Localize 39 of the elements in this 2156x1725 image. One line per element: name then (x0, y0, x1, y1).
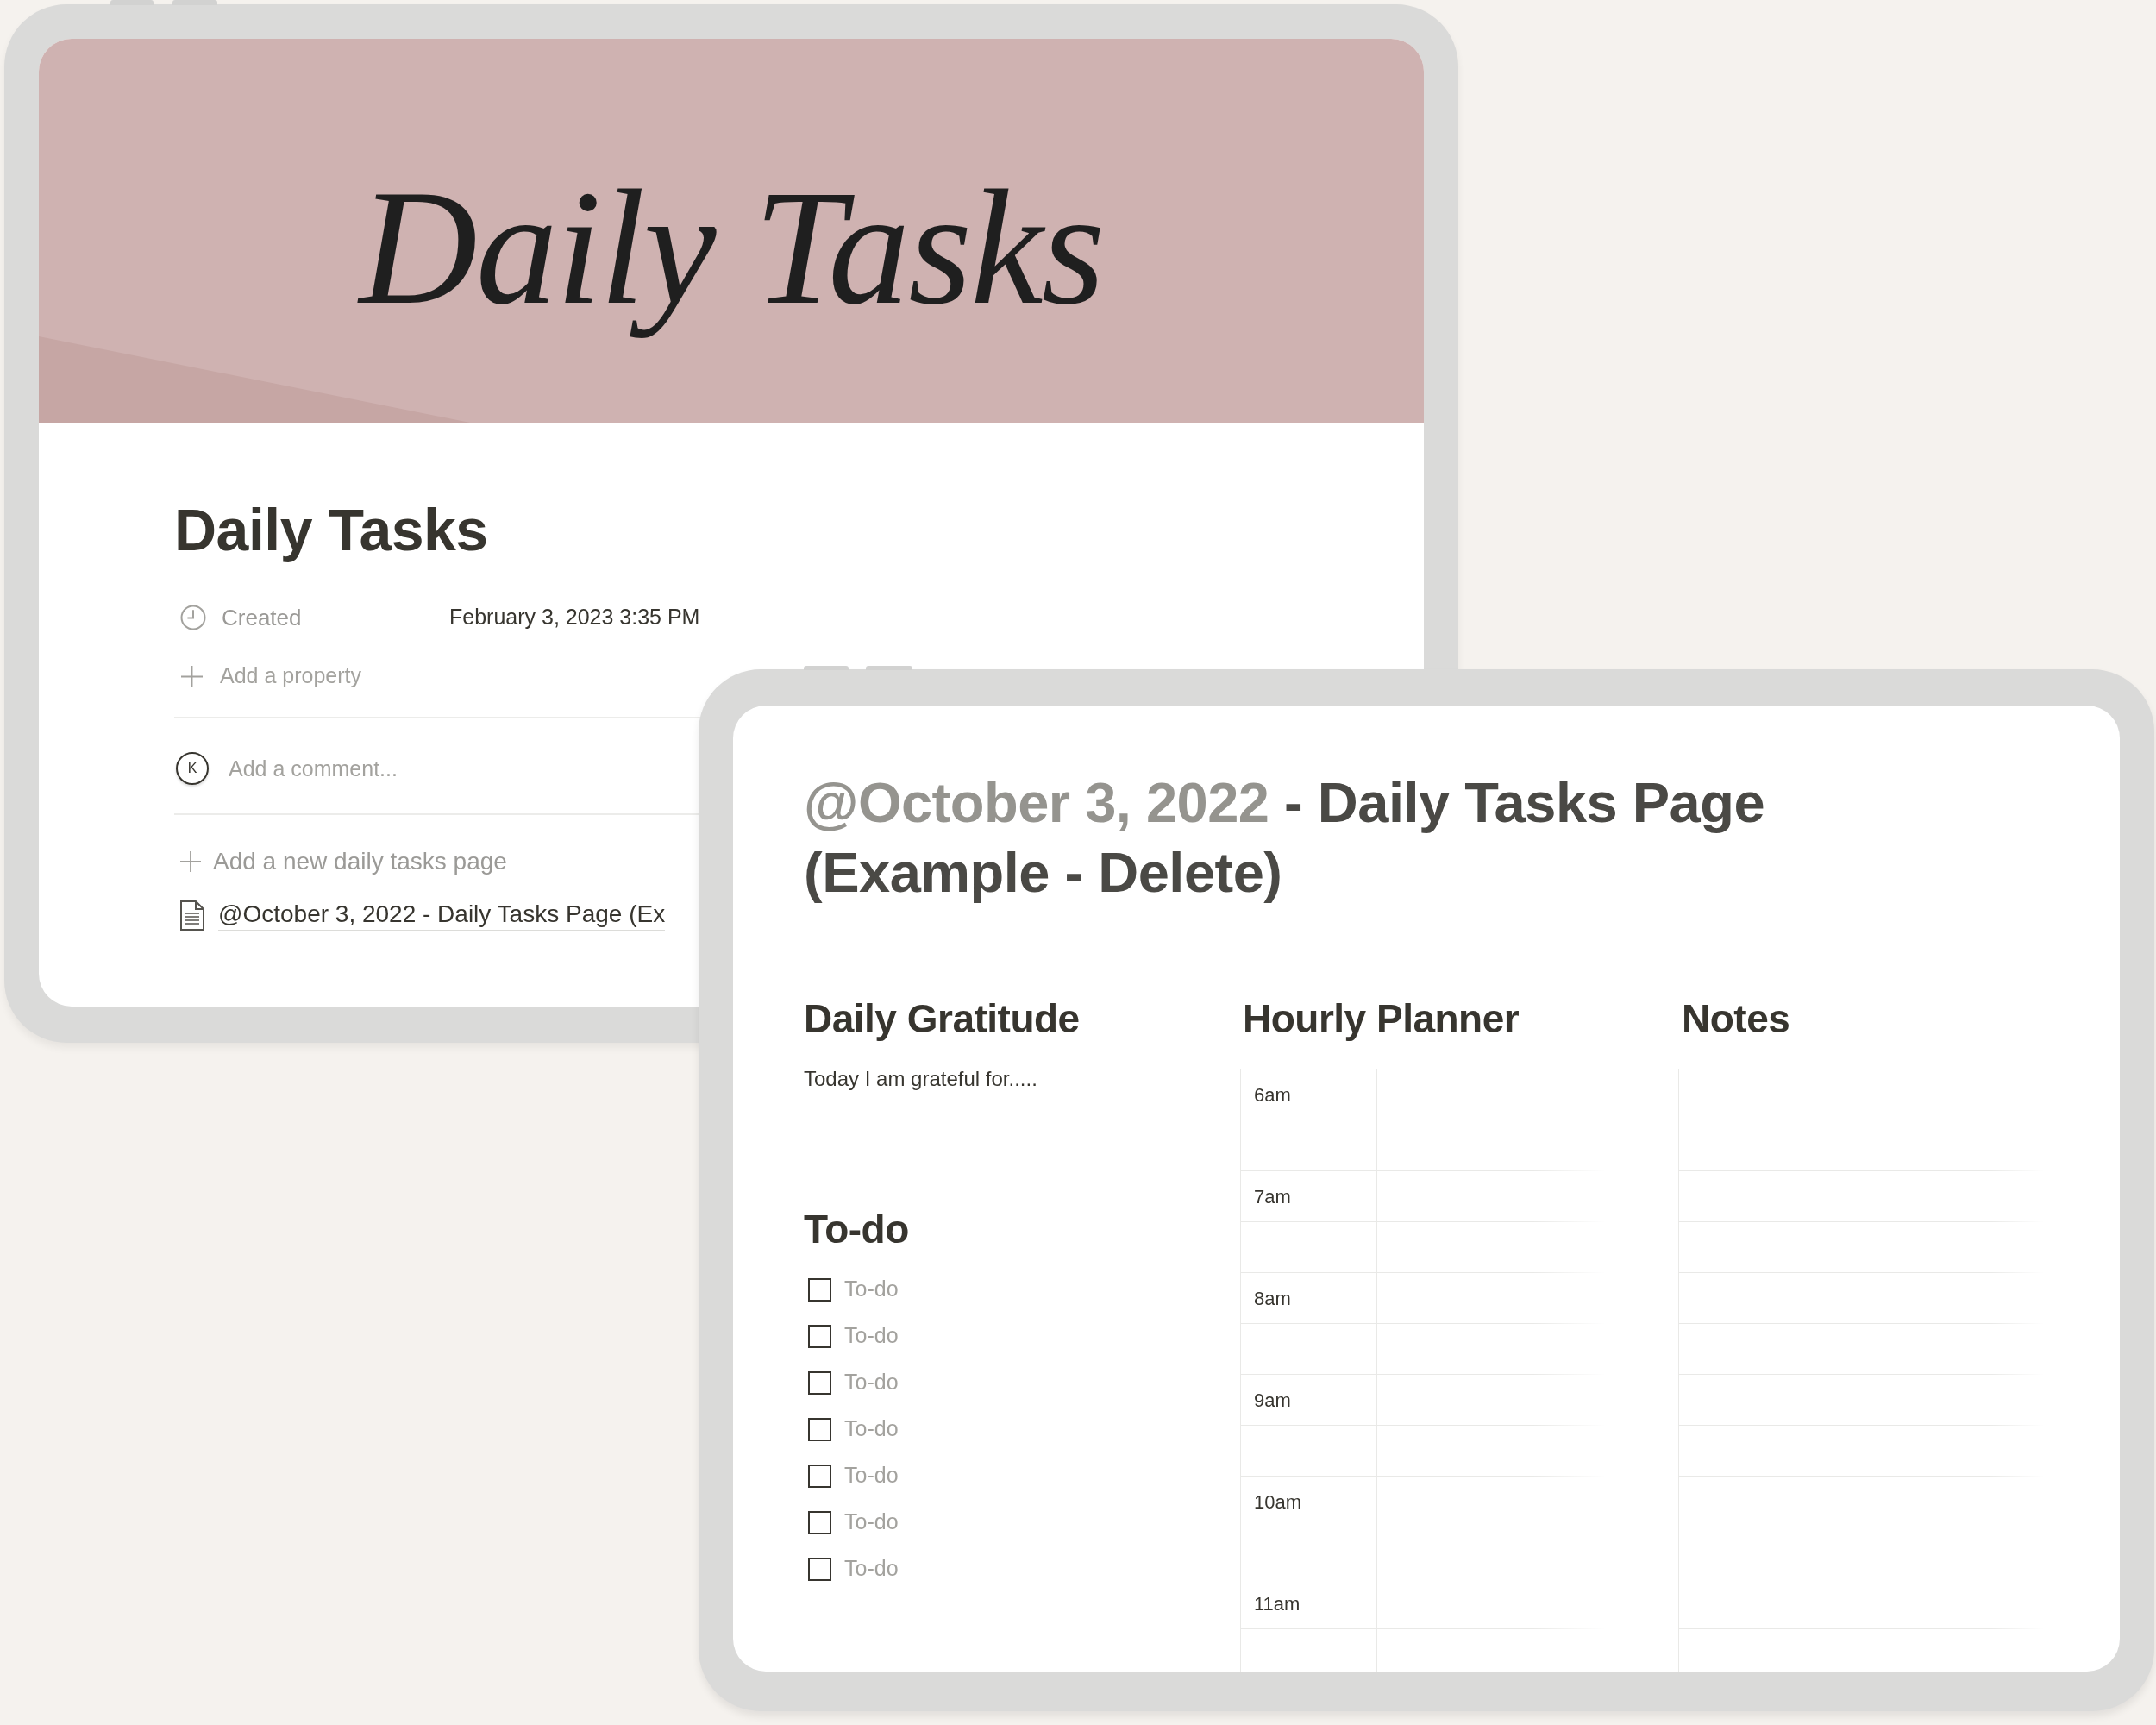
section-heading: Hourly Planner (1243, 995, 1520, 1043)
clock-icon (180, 605, 206, 630)
cover-title: Daily Tasks (356, 156, 1105, 340)
time-cell: 11am (1241, 1578, 1377, 1628)
time-cell: 6am (1241, 1070, 1377, 1120)
document-icon (180, 900, 204, 931)
todo-label: To-do (844, 1322, 899, 1350)
todo-label: To-do (844, 1369, 899, 1396)
time-cell: 8am (1241, 1273, 1377, 1323)
comment-field[interactable]: Add a comment... (229, 751, 677, 786)
todo-label: To-do (844, 1415, 899, 1443)
section-heading: Notes (1682, 995, 1790, 1043)
checkbox[interactable] (808, 1324, 831, 1348)
checkbox[interactable] (808, 1557, 831, 1581)
page-title: Daily Tasks (174, 496, 488, 564)
checkbox[interactable] (808, 1510, 831, 1534)
section-heading: Daily Gratitude (804, 995, 1080, 1043)
checkbox[interactable] (808, 1417, 831, 1441)
body-text: Today I am grateful for..... (804, 1066, 1037, 1092)
plus-icon (180, 851, 201, 872)
time-cell: 10am (1241, 1477, 1377, 1527)
user-avatar: K (176, 752, 209, 785)
todo-label: To-do (844, 1555, 899, 1583)
section-heading: To-do (804, 1206, 909, 1253)
todo-label: To-do (844, 1462, 899, 1490)
checkbox[interactable] (808, 1371, 831, 1395)
plus-icon (181, 665, 203, 687)
time-cell: 7am (1241, 1171, 1377, 1221)
page-title: @October 3, 2022 - Daily Tasks Page (Example - Delete) (804, 770, 1766, 906)
checkbox[interactable] (808, 1277, 831, 1302)
add-property-button[interactable]: Add a property (174, 656, 361, 697)
add-page-button[interactable]: Add a new daily tasks page (174, 841, 507, 882)
page-link[interactable]: @October 3, 2022 - Daily Tasks Page (Ex (174, 896, 666, 934)
checkbox[interactable] (808, 1464, 831, 1488)
todo-label: To-do (844, 1509, 899, 1536)
property-value: February 3, 2023 3:35 PM (449, 604, 700, 631)
property-label: Created (222, 603, 303, 632)
time-cell: 9am (1241, 1375, 1377, 1425)
todo-label: To-do (844, 1276, 899, 1303)
